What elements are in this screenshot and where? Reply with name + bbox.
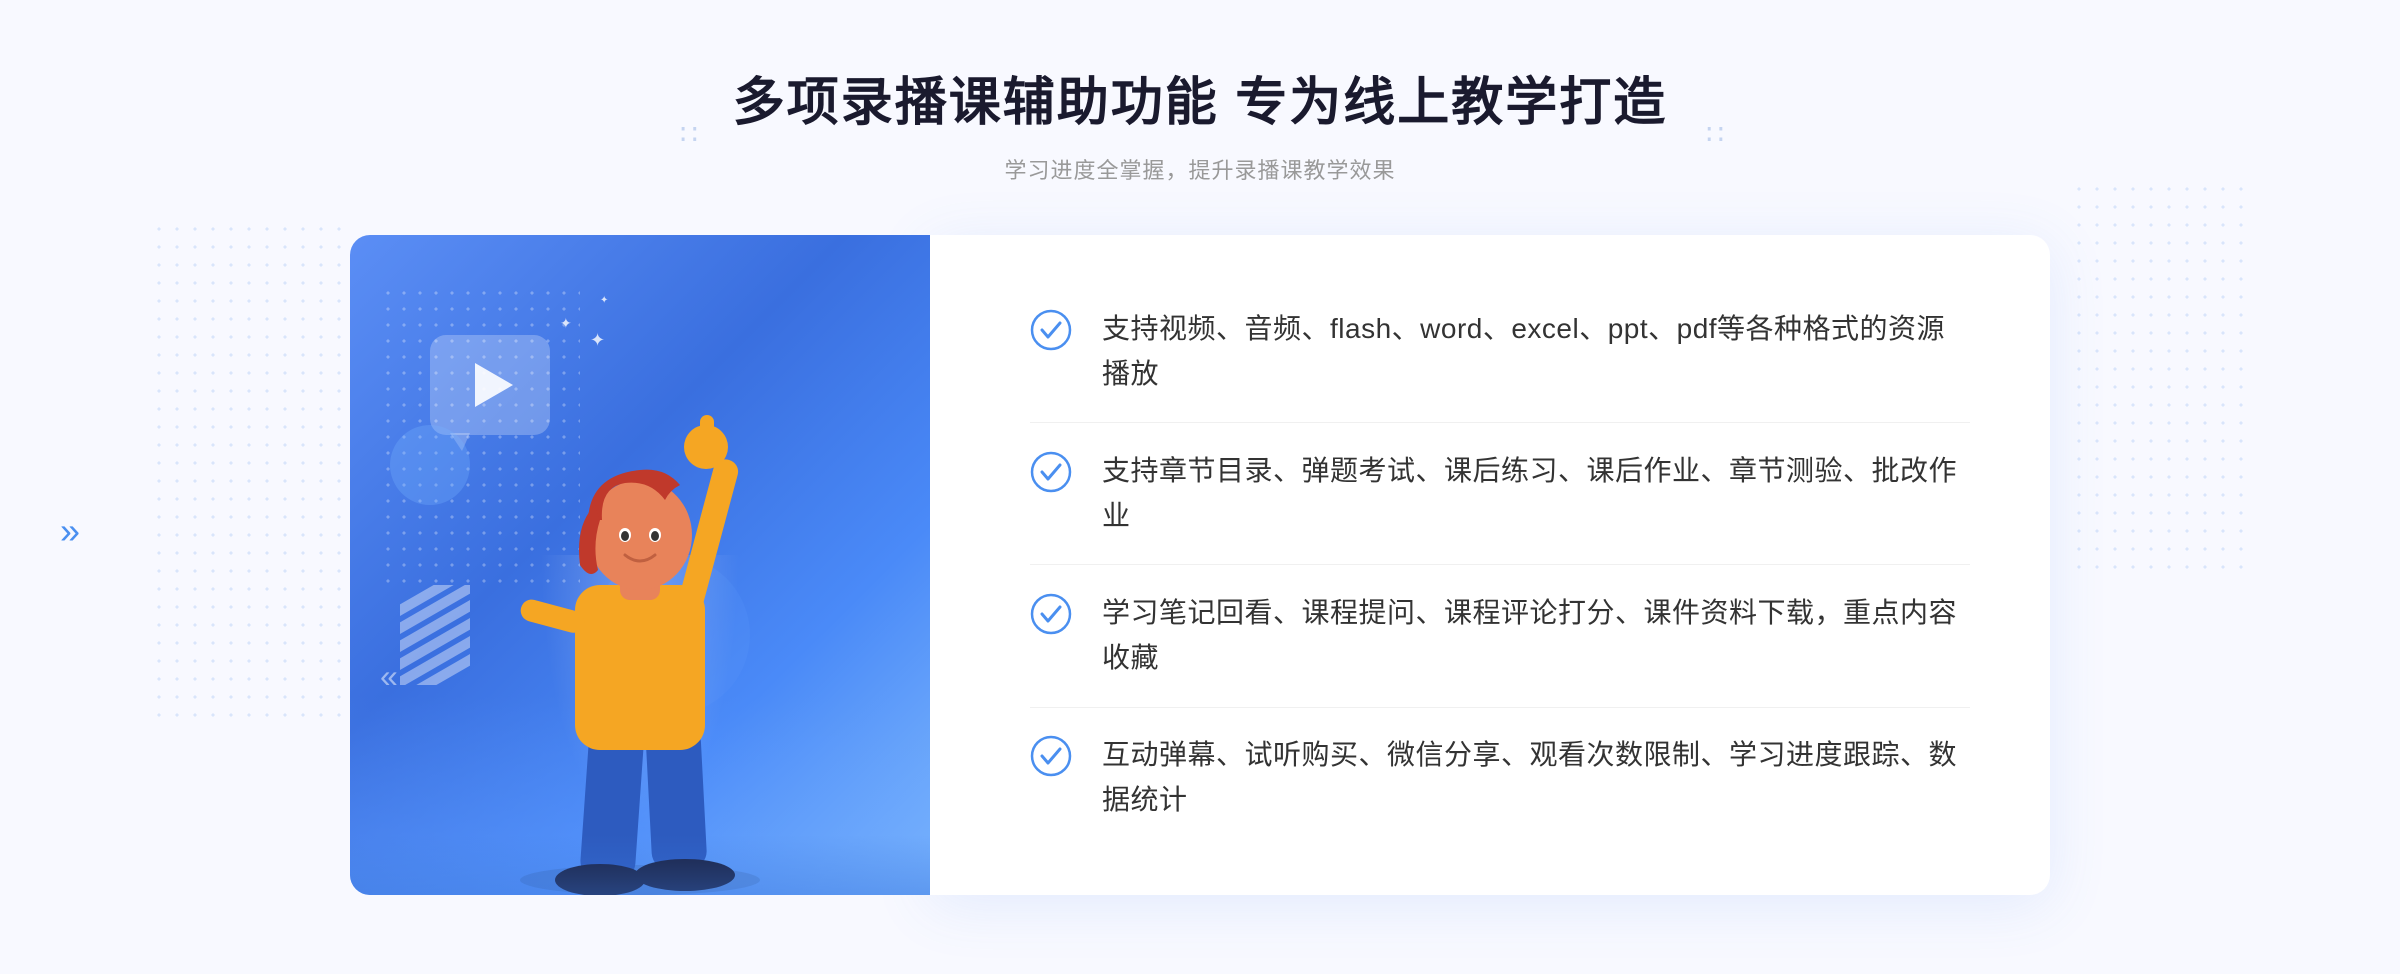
illus-bottom-wave [350,835,930,895]
feature-item-3: 学习笔记回看、课程提问、课程评论打分、课件资料下载，重点内容收藏 [1030,573,1970,699]
feature-item-2: 支持章节目录、弹题考试、课后练习、课后作业、章节测验、批改作业 [1030,431,1970,557]
feature-item-4: 互动弹幕、试听购买、微信分享、观看次数限制、学习进度跟踪、数据统计 [1030,715,1970,841]
person-illustration [410,335,870,895]
illustration-card: ✦ ✦ ✦ « [350,235,930,895]
illus-chevron: « [380,658,393,695]
divider-2 [1030,564,1970,565]
feature-text-4: 互动弹幕、试听购买、微信分享、观看次数限制、学习进度跟踪、数据统计 [1102,733,1970,823]
page-container: » ∷ ∷ 多项录播课辅助功能 专为线上教学打造 学习进度全掌握，提升录播课教学… [0,0,2400,974]
check-icon-1 [1030,309,1072,351]
dot-pattern-right [2070,180,2250,580]
feature-text-1: 支持视频、音频、flash、word、excel、ppt、pdf等各种格式的资源… [1102,307,1970,397]
star-deco-2: ✦ [600,295,608,306]
content-area: ✦ ✦ ✦ « [350,235,2050,895]
chevron-body-left-deco: » [60,510,74,552]
features-card: 支持视频、音频、flash、word、excel、ppt、pdf等各种格式的资源… [930,235,2050,895]
divider-1 [1030,422,1970,423]
star-deco-1: ✦ [560,315,572,332]
chevron-right-deco: ∷ [1706,118,1720,151]
check-icon-4 [1030,735,1072,777]
main-title: 多项录播课辅助功能 专为线上教学打造 [0,60,2400,135]
feature-text-3: 学习笔记回看、课程提问、课程评论打分、课件资料下载，重点内容收藏 [1102,591,1970,681]
dot-pattern-left [150,220,350,720]
feature-text-2: 支持章节目录、弹题考试、课后练习、课后作业、章节测验、批改作业 [1102,449,1970,539]
sub-title: 学习进度全掌握，提升录播课教学效果 [0,153,2400,185]
check-icon-3 [1030,593,1072,635]
check-icon-2 [1030,451,1072,493]
divider-3 [1030,707,1970,708]
feature-item-1: 支持视频、音频、flash、word、excel、ppt、pdf等各种格式的资源… [1030,289,1970,415]
chevron-left-deco: ∷ [680,118,694,151]
header-section: ∷ ∷ 多项录播课辅助功能 专为线上教学打造 学习进度全掌握，提升录播课教学效果 [0,60,2400,185]
